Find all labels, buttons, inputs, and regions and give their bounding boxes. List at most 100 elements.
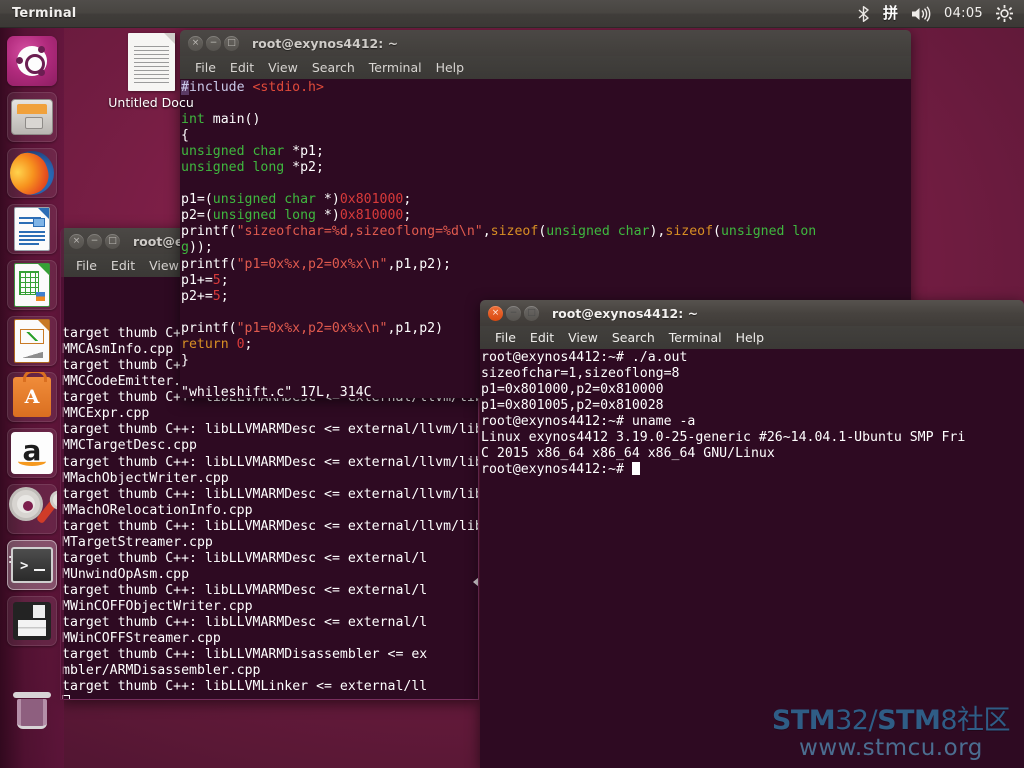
- site-watermark: STM32/STM8社区 www.stmcu.org: [772, 704, 1011, 761]
- menu-item-terminal[interactable]: Terminal: [662, 328, 729, 347]
- code-token: int: [181, 112, 205, 128]
- writer-document-icon: [14, 207, 50, 251]
- desktop-icon-untitled-document[interactable]: Untitled Docu: [96, 33, 206, 110]
- watermark-32: 32/: [835, 704, 878, 736]
- menu-item-view[interactable]: View: [561, 328, 605, 347]
- terminal-line: target thumb C++: libLLVMARMDesc <= exte…: [62, 550, 428, 566]
- code-token: "whileshift.c" 17L, 314C: [181, 384, 372, 398]
- code-line: {: [181, 128, 911, 144]
- minimize-button-editor[interactable]: −: [206, 35, 221, 51]
- titlebar-editor[interactable]: × − □ root@exynos4412: ~: [180, 30, 911, 56]
- scroll-arrow-icon: [473, 577, 478, 587]
- gear-icon[interactable]: [996, 5, 1013, 22]
- disk-image-icon: [13, 602, 51, 640]
- launcher-item-ubuntu-software[interactable]: A: [7, 372, 57, 422]
- terminal-window-output[interactable]: × − □ root@exynos4412: ~ File Edit View …: [480, 300, 1024, 768]
- terminal-line: root@exynos4412:~#: [481, 462, 1024, 478]
- system-tray[interactable]: 拼 04:05: [857, 5, 1024, 22]
- page-fold: [163, 33, 175, 44]
- menu-item-terminal[interactable]: Terminal: [362, 58, 429, 77]
- code-token: {: [181, 128, 189, 144]
- input-method-icon[interactable]: 拼: [883, 6, 898, 21]
- minimize-button-build[interactable]: −: [87, 233, 102, 249]
- volume-icon[interactable]: [911, 5, 931, 22]
- launcher-item-trash[interactable]: [7, 686, 57, 736]
- code-token: }: [181, 352, 189, 368]
- code-token: 0x801000: [339, 192, 404, 208]
- terminal-line: MWinCOFFObjectWriter.cpp: [62, 598, 253, 614]
- close-button-output[interactable]: ×: [488, 305, 503, 321]
- unity-launcher[interactable]: A a >: [0, 28, 64, 768]
- code-token: (: [713, 224, 721, 240]
- code-token: ;: [220, 288, 229, 304]
- launcher-item-firefox[interactable]: [7, 148, 57, 198]
- code-line: printf("sizeofchar=%d,sizeoflong=%d\n",s…: [181, 224, 911, 240]
- code-token: sizeof: [490, 224, 539, 240]
- titlebar-output[interactable]: × − □ root@exynos4412: ~: [480, 300, 1024, 326]
- code-token: printf(: [181, 320, 237, 336]
- code-token: unsigned char: [212, 192, 316, 208]
- terminal-line: p1=0x801005,p2=0x810028: [481, 398, 664, 414]
- close-button-build[interactable]: ×: [69, 233, 84, 249]
- code-token: p2+=: [181, 288, 213, 304]
- maximize-button-build[interactable]: □: [105, 233, 120, 249]
- code-token: ,p1,p2): [387, 320, 444, 336]
- launcher-item-disk-image[interactable]: [7, 596, 57, 646]
- launcher-item-libreoffice-calc[interactable]: [7, 260, 57, 310]
- code-token: 0x810000: [339, 208, 404, 224]
- menu-item-edit[interactable]: Edit: [223, 58, 261, 77]
- code-token: unsigned lon: [720, 224, 817, 240]
- code-token: ),: [649, 224, 666, 240]
- code-token: unsigned long: [181, 160, 285, 176]
- launcher-item-files[interactable]: [7, 92, 57, 142]
- code-line: p2=(unsigned long *)0x810000;: [181, 208, 911, 224]
- desktop-icon-label: Untitled Docu: [108, 95, 194, 110]
- code-token: 0: [236, 336, 245, 352]
- window-title-editor: root@exynos4412: ~: [252, 35, 399, 51]
- minimize-button-output[interactable]: −: [506, 305, 521, 321]
- launcher-item-libreoffice-writer[interactable]: [7, 204, 57, 254]
- terminal-line: target thumb C++: libLLVMARMDesc <= exte…: [62, 486, 478, 502]
- terminal-line: MTargetStreamer.cpp: [62, 534, 213, 550]
- top-panel[interactable]: Terminal 拼 04:05: [0, 0, 1024, 28]
- panel-app-title[interactable]: Terminal: [12, 6, 76, 21]
- code-token: *p2;: [284, 160, 324, 176]
- code-token: p1+=: [181, 272, 213, 288]
- menu-item-edit[interactable]: Edit: [523, 328, 561, 347]
- menu-item-search[interactable]: Search: [305, 58, 362, 77]
- maximize-button-output[interactable]: □: [524, 305, 539, 321]
- launcher-item-amazon[interactable]: a: [7, 428, 57, 478]
- terminal-line: [62, 695, 478, 699]
- menu-item-file[interactable]: File: [488, 328, 523, 347]
- code-token: ;: [403, 208, 412, 224]
- code-line: int main(): [181, 112, 911, 128]
- menu-item-view[interactable]: View: [261, 58, 305, 77]
- launcher-item-ubuntu-dash[interactable]: [7, 36, 57, 86]
- document-icon: [127, 33, 175, 91]
- code-token: <stdio.h>: [252, 80, 324, 95]
- menu-item-search[interactable]: Search: [605, 328, 662, 347]
- terminal-line: sizeofchar=1,sizeoflong=8: [481, 366, 680, 382]
- clock[interactable]: 04:05: [944, 7, 983, 20]
- document-lines: [133, 46, 169, 84]
- menu-item-file[interactable]: File: [69, 256, 104, 275]
- watermark-url: www.stmcu.org: [799, 734, 983, 761]
- code-token: unsigned char: [181, 144, 285, 160]
- menu-item-edit[interactable]: Edit: [104, 256, 142, 275]
- window-title-output: root@exynos4412: ~: [552, 305, 699, 321]
- desktop: Untitled Docu STM32/STM8社区 www.stmcu.org…: [0, 0, 1024, 768]
- terminal-line: root@exynos4412:~# ./a.out: [481, 350, 688, 365]
- bluetooth-icon[interactable]: [857, 5, 870, 22]
- maximize-button-editor[interactable]: □: [224, 35, 239, 51]
- menubar-output[interactable]: File Edit View Search Terminal Help: [480, 326, 1024, 349]
- code-token: ;: [403, 192, 412, 208]
- launcher-item-terminal[interactable]: >: [7, 540, 57, 590]
- watermark-line1: STM32/STM8社区: [772, 704, 1011, 736]
- launcher-item-system-settings[interactable]: [7, 484, 57, 534]
- launcher-item-libreoffice-impress[interactable]: [7, 316, 57, 366]
- menubar-editor[interactable]: File Edit View Search Terminal Help: [180, 56, 911, 79]
- menu-item-help[interactable]: Help: [729, 328, 772, 347]
- menu-item-help[interactable]: Help: [429, 58, 472, 77]
